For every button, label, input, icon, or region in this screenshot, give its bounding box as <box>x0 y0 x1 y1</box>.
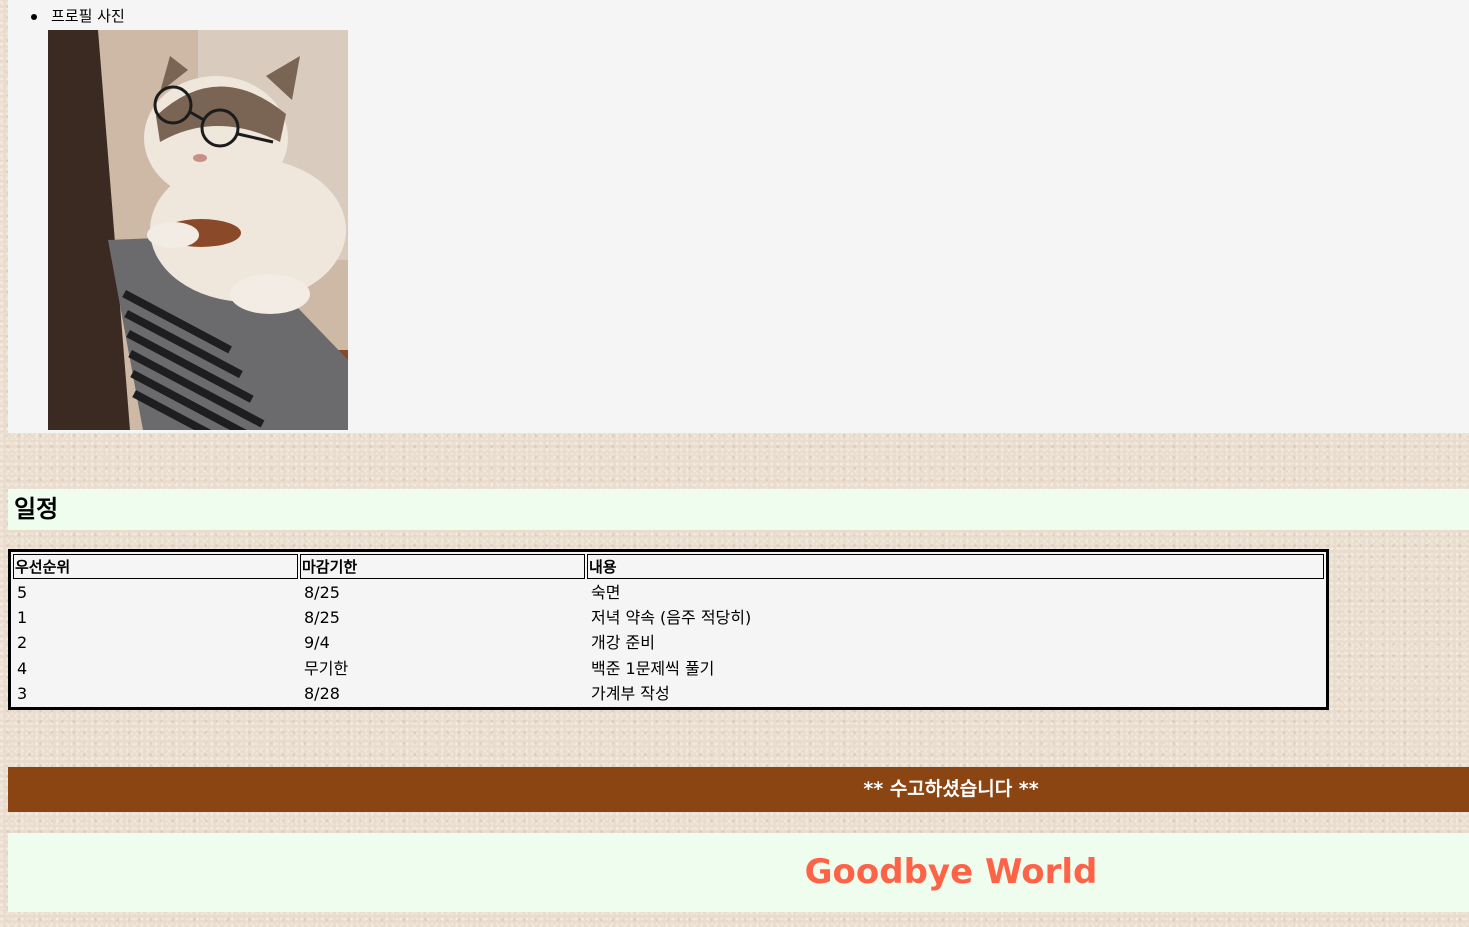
content-cell: 개강 준비 <box>591 633 655 653</box>
column-header-deadline: 마감기한 <box>300 554 585 579</box>
profile-label: 프로필 사진 <box>51 7 125 25</box>
profile-photo <box>48 30 348 430</box>
content-cell: 가계부 작성 <box>591 683 670 703</box>
content-cell: 저녁 약속 (음주 적당히) <box>591 608 752 628</box>
profile-section: 프로필 사진 <box>8 0 1469 433</box>
schedule-table: 우선순위 마감기한 내용 5 8/25 숙면 1 8/25 저녁 약속 (음주 … <box>8 549 1329 710</box>
priority-cell: 3 <box>17 683 28 703</box>
table-row: 3 8/28 가계부 작성 <box>13 682 1324 705</box>
content-cell: 백준 1문제씩 풀기 <box>591 658 715 678</box>
schedule-title: 일정 <box>14 495 59 523</box>
goodbye-section: Goodbye World <box>8 833 1469 912</box>
table-row: 2 9/4 개강 준비 <box>13 631 1324 654</box>
table-row: 4 무기한 백준 1문제씩 풀기 <box>13 657 1324 680</box>
priority-cell: 1 <box>17 608 28 628</box>
deadline-cell: 9/4 <box>304 633 330 653</box>
table-row: 5 8/25 숙면 <box>13 581 1324 604</box>
list-item: 프로필 사진 <box>31 7 125 25</box>
content-cell: 숙면 <box>591 583 621 603</box>
deadline-cell: 8/25 <box>304 583 340 603</box>
column-header-content: 내용 <box>587 554 1324 579</box>
deadline-cell: 무기한 <box>304 658 349 678</box>
cat-with-laptop-image <box>48 30 348 430</box>
priority-cell: 4 <box>17 658 28 678</box>
priority-cell: 2 <box>17 633 28 653</box>
goodbye-heading: Goodbye World <box>804 852 1098 892</box>
deadline-cell: 8/28 <box>304 683 340 703</box>
footer-message: ** 수고하셨습니다 ** <box>863 778 1039 800</box>
deadline-cell: 8/25 <box>304 608 340 628</box>
table-row: 1 8/25 저녁 약속 (음주 적당히) <box>13 606 1324 629</box>
table-header-row: 우선순위 마감기한 내용 <box>13 554 1324 579</box>
priority-cell: 5 <box>17 583 28 603</box>
bullet-icon <box>31 14 37 20</box>
footer-banner: ** 수고하셨습니다 ** <box>8 767 1469 812</box>
column-header-priority: 우선순위 <box>13 554 298 579</box>
schedule-header: 일정 <box>8 489 1469 530</box>
